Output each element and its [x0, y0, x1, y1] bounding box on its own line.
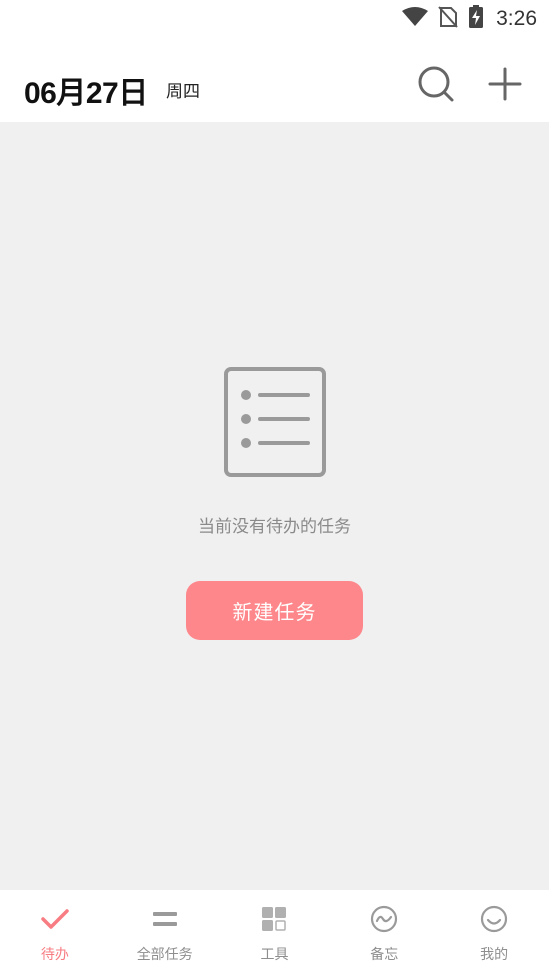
add-button[interactable] [485, 66, 525, 106]
grid-icon [259, 904, 289, 934]
add-icon [487, 66, 523, 106]
list-document-icon [224, 367, 326, 479]
bottom-tab-bar: 待办 全部任务 工具 备忘 我的 [0, 890, 549, 976]
tab-tools[interactable]: 工具 [220, 890, 330, 976]
tab-label: 工具 [260, 947, 289, 963]
tab-label: 我的 [480, 947, 509, 963]
no-sim-icon [438, 6, 458, 32]
status-bar: 3:26 [0, 0, 549, 40]
status-time: 3:26 [496, 7, 537, 30]
empty-message: 当前没有待办的任务 [198, 517, 351, 537]
tab-todo[interactable]: 待办 [0, 890, 110, 976]
search-icon [417, 65, 455, 107]
tab-mine[interactable]: 我的 [439, 890, 549, 976]
check-icon [40, 904, 70, 934]
search-button[interactable] [416, 66, 456, 106]
smile-face-icon [479, 904, 509, 934]
tab-label: 备忘 [370, 947, 399, 963]
header: 06月27日 周四 [0, 40, 549, 122]
battery-charging-icon [468, 5, 484, 33]
wifi-icon [402, 7, 429, 31]
memo-wave-icon [369, 904, 399, 934]
date-title: 06月27日 [24, 77, 148, 110]
tab-label: 全部任务 [136, 947, 193, 963]
menu-lines-icon [150, 904, 180, 934]
main-content: 当前没有待办的任务 新建任务 [0, 122, 549, 890]
tab-all-tasks[interactable]: 全部任务 [110, 890, 220, 976]
status-icons: 3:26 [402, 5, 537, 33]
weekday-label: 周四 [166, 82, 200, 102]
new-task-button[interactable]: 新建任务 [186, 581, 363, 640]
tab-memo[interactable]: 备忘 [329, 890, 439, 976]
tab-label: 待办 [40, 947, 69, 963]
